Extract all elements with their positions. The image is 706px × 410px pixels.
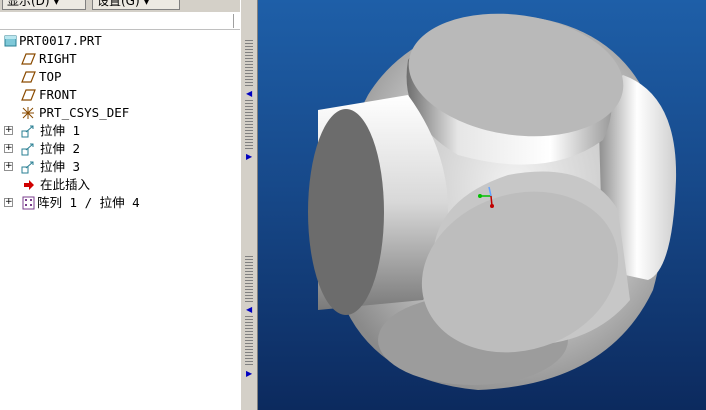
model-view	[308, 13, 677, 390]
settings-menu-button[interactable]: 设置(G) ▾	[92, 0, 180, 10]
tree-item-extrude-1[interactable]: + 拉伸 1	[0, 122, 238, 140]
column-divider[interactable]	[233, 14, 234, 28]
tree-item-extrude-2[interactable]: + 拉伸 2	[0, 140, 238, 158]
tree-item-extrude-3[interactable]: + 拉伸 3	[0, 158, 238, 176]
datum-plane-icon	[21, 89, 36, 101]
splitter-grip	[245, 40, 253, 88]
expand-toggle[interactable]: +	[4, 198, 13, 207]
splitter-grip	[245, 256, 253, 304]
expand-right-arrow-icon[interactable]: ▶	[246, 153, 254, 161]
tree-item-right-plane[interactable]: RIGHT	[0, 50, 238, 68]
expand-right-arrow-icon[interactable]: ▶	[246, 370, 254, 378]
tree-item-label: 阵列 1 / 拉伸 4	[37, 195, 140, 210]
tree-item-label: 拉伸 3	[40, 159, 81, 174]
extrude-icon	[21, 143, 34, 156]
tree-item-csys[interactable]: PRT_CSYS_DEF	[0, 104, 238, 122]
datum-plane-icon	[21, 71, 36, 83]
tree-item-label: RIGHT	[39, 51, 77, 66]
collapse-left-arrow-icon[interactable]: ◀	[246, 306, 254, 314]
tree-item-pattern-1[interactable]: + 阵列 1 / 拉伸 4	[0, 194, 238, 212]
panel-splitter[interactable]: ◀ ▶ ◀ ▶	[240, 0, 258, 410]
tree-item-label: 在此插入	[40, 177, 91, 192]
tree-item-top-plane[interactable]: TOP	[0, 68, 238, 86]
tree-item-label: PRT0017.PRT	[19, 33, 102, 48]
tree-item-label: PRT_CSYS_DEF	[39, 105, 130, 120]
extrude-icon	[21, 161, 34, 174]
expand-toggle[interactable]: +	[4, 126, 13, 135]
extrude-icon	[21, 125, 34, 138]
expand-toggle[interactable]: +	[4, 162, 13, 171]
part-icon	[4, 35, 17, 47]
tree-item-label: TOP	[39, 69, 62, 84]
splitter-grip	[245, 316, 253, 366]
pattern-icon	[22, 196, 35, 210]
tree-item-label: FRONT	[39, 87, 77, 102]
display-menu-button[interactable]: 显示(D) ▾	[2, 0, 86, 10]
collapse-left-arrow-icon[interactable]: ◀	[246, 90, 254, 98]
tree-item-front-plane[interactable]: FRONT	[0, 86, 238, 104]
tree-item-part[interactable]: PRT0017.PRT	[0, 32, 238, 50]
coordinate-system-icon	[22, 107, 34, 119]
insert-here-arrow-icon	[24, 180, 34, 190]
model-face-left	[308, 109, 384, 315]
datum-plane-icon	[21, 53, 36, 65]
tree-header	[0, 12, 240, 30]
expand-toggle[interactable]: +	[4, 144, 13, 153]
panel-toolbar: 显示(D) ▾ 设置(G) ▾	[0, 0, 240, 12]
splitter-grip	[245, 100, 253, 150]
tree-item-insert-here[interactable]: 在此插入	[0, 176, 238, 194]
3d-graphics-window[interactable]	[258, 0, 706, 410]
model-tree-panel: 显示(D) ▾ 设置(G) ▾ PRT0017.PRT RIGHT TOP FR…	[0, 0, 240, 410]
tree-item-label: 拉伸 2	[40, 141, 81, 156]
tree-item-label: 拉伸 1	[40, 123, 81, 138]
